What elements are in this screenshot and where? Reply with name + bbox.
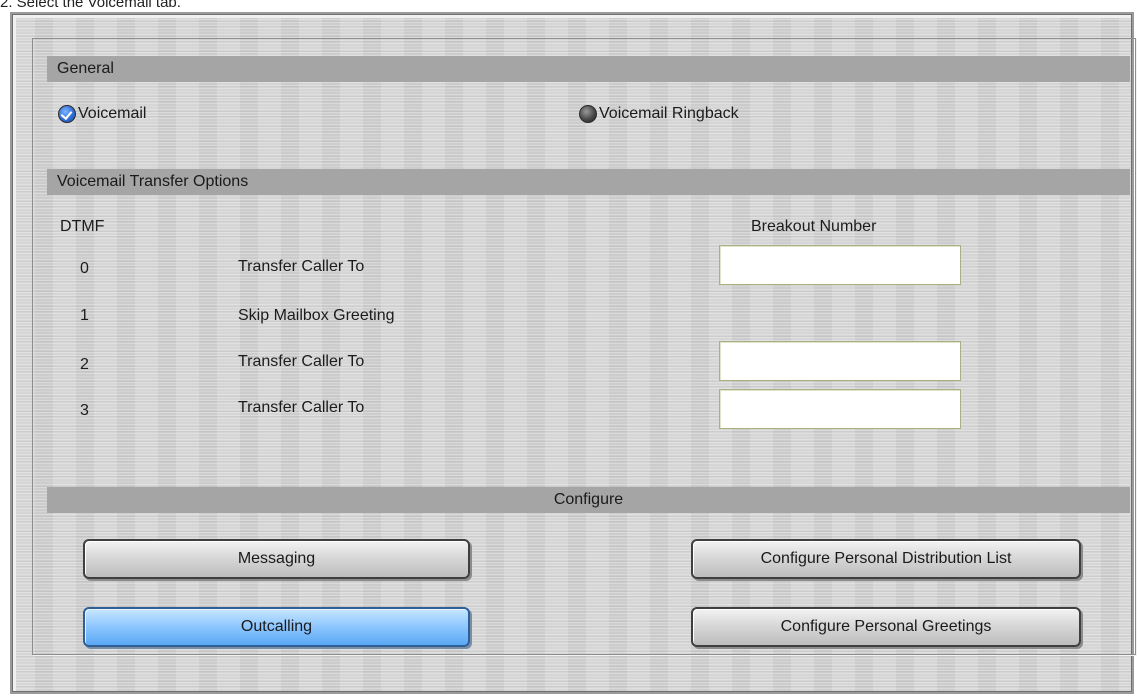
dtmf-action-2: Transfer Caller To (238, 353, 365, 370)
configure-section-header: Configure (47, 487, 1130, 513)
configure-distribution-list-button[interactable]: Configure Personal Distribution List (691, 539, 1081, 579)
breakout-number-field-2[interactable] (719, 341, 961, 381)
dtmf-column-label: DTMF (60, 218, 105, 235)
dtmf-digit-3: 3 (80, 402, 89, 419)
voicemail-panel: General Voicemail Voicemail Ringback Voi… (10, 12, 1136, 694)
voicemail-radio-label: Voicemail (78, 105, 147, 122)
dtmf-action-0: Transfer Caller To (238, 258, 365, 275)
dtmf-digit-2: 2 (80, 356, 89, 373)
configure-greetings-button[interactable]: Configure Personal Greetings (691, 607, 1081, 647)
voicemail-ringback-radio[interactable]: Voicemail Ringback (579, 105, 739, 123)
dtmf-action-1: Skip Mailbox Greeting (238, 307, 395, 324)
messaging-button[interactable]: Messaging (83, 539, 470, 579)
voicemail-ringback-radio-label: Voicemail Ringback (599, 105, 739, 122)
dtmf-digit-1: 1 (80, 307, 89, 324)
outcalling-button[interactable]: Outcalling (83, 607, 470, 647)
breakout-number-column-label: Breakout Number (751, 218, 877, 235)
radio-checked-icon (58, 105, 76, 123)
instruction-caption: 2. Select the Voicemail tab. (0, 0, 181, 11)
voicemail-radio[interactable]: Voicemail (58, 105, 146, 123)
breakout-number-field-3[interactable] (719, 389, 961, 429)
transfer-options-header: Voicemail Transfer Options (47, 169, 1130, 195)
general-section-header: General (47, 56, 1130, 82)
breakout-number-field-0[interactable] (719, 245, 961, 285)
voicemail-panel-inner: General Voicemail Voicemail Ringback Voi… (32, 38, 1136, 655)
radio-unchecked-icon (579, 105, 597, 123)
dtmf-digit-0: 0 (80, 260, 89, 277)
dtmf-action-3: Transfer Caller To (238, 399, 365, 416)
